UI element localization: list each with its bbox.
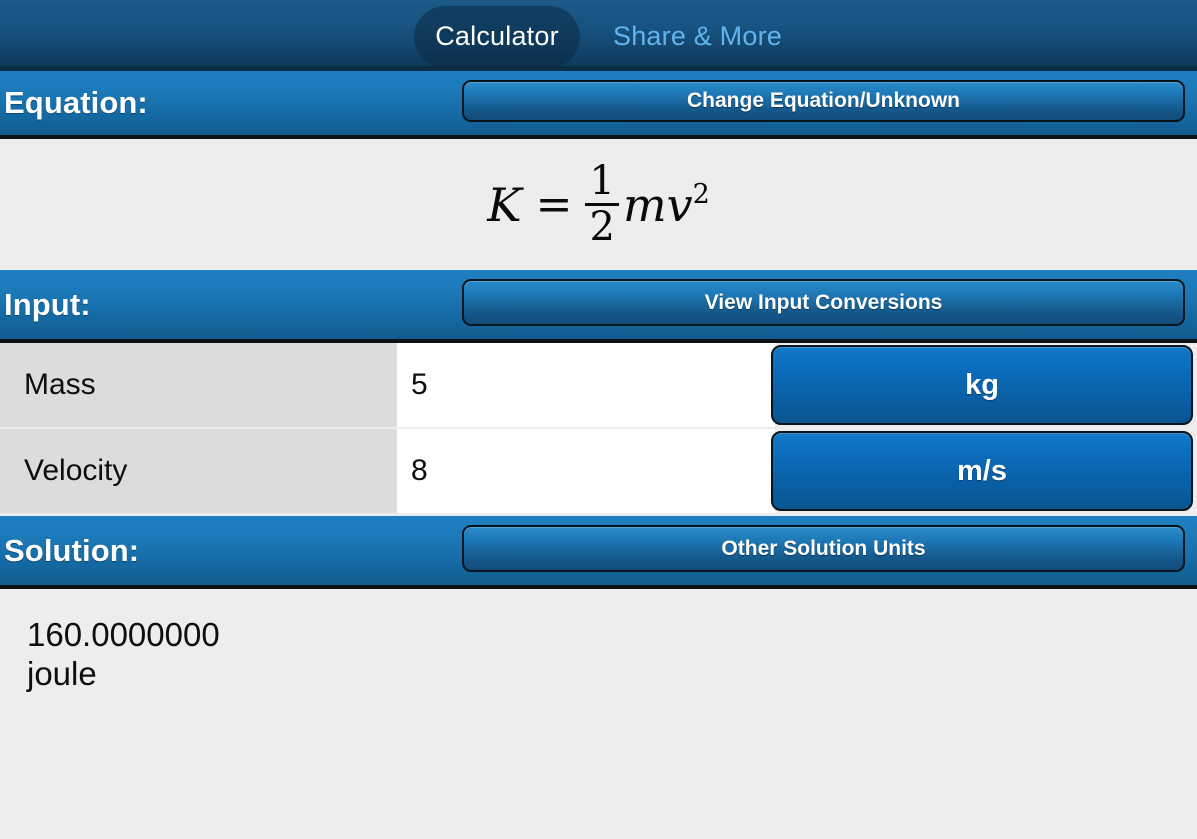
solution-section-header: Solution: Other Solution Units [0,516,1197,589]
solution-unit: joule [27,654,97,692]
equation-section-label: Equation: [4,85,148,120]
input-value-velocity[interactable]: 8 [397,429,775,513]
input-rows: Mass 5 kg Velocity 8 m/s [0,343,1197,516]
input-row-label-velocity: Velocity [0,429,397,513]
unit-button-mass[interactable]: kg [771,345,1193,425]
equation-display: K = 1 2 mv 2 [0,139,1197,270]
solution-section-label: Solution: [4,532,140,568]
input-section-header: Input: View Input Conversions [0,270,1197,343]
equation-fraction-denominator: 2 [589,204,615,250]
equation-formula: K = 1 2 mv 2 [487,158,710,250]
unit-button-velocity[interactable]: m/s [771,431,1193,511]
other-solution-units-label: Other Solution Units [721,536,926,560]
equation-lhs: K [487,177,522,232]
equation-fraction: 1 2 [585,161,620,248]
table-row: Velocity 8 m/s [0,429,1197,513]
equation-fraction-numerator: 1 [589,158,615,205]
equation-body: mv [622,177,693,232]
tab-share-and-more[interactable]: Share & More [607,20,788,51]
input-row-label-mass: Mass [0,343,397,427]
change-equation-unknown-label: Change Equation/Unknown [687,89,960,112]
input-value-mass[interactable]: 5 [397,343,775,427]
solution-output: 160.0000000 joule [0,589,1197,839]
other-solution-units-button[interactable]: Other Solution Units [462,525,1185,572]
tab-calculator-label: Calculator [435,21,559,51]
solution-value: 160.0000000 [27,616,220,653]
tab-calculator[interactable]: Calculator [414,5,580,68]
calculator-app: Calculator Share & More Equation: Change… [0,0,1197,839]
view-input-conversions-button[interactable]: View Input Conversions [462,279,1185,326]
equation-section-header: Equation: Change Equation/Unknown [0,71,1197,139]
view-input-conversions-label: View Input Conversions [704,290,943,314]
equation-equals-sign: = [535,178,573,230]
unit-button-velocity-label: m/s [957,454,1007,487]
table-row: Mass 5 kg [0,343,1197,427]
unit-button-mass-label: kg [965,368,999,401]
tab-share-and-more-label: Share & More [613,20,782,51]
change-equation-unknown-button[interactable]: Change Equation/Unknown [462,80,1185,122]
tab-bar: Calculator Share & More [0,0,1197,71]
input-section-label: Input: [4,286,91,322]
